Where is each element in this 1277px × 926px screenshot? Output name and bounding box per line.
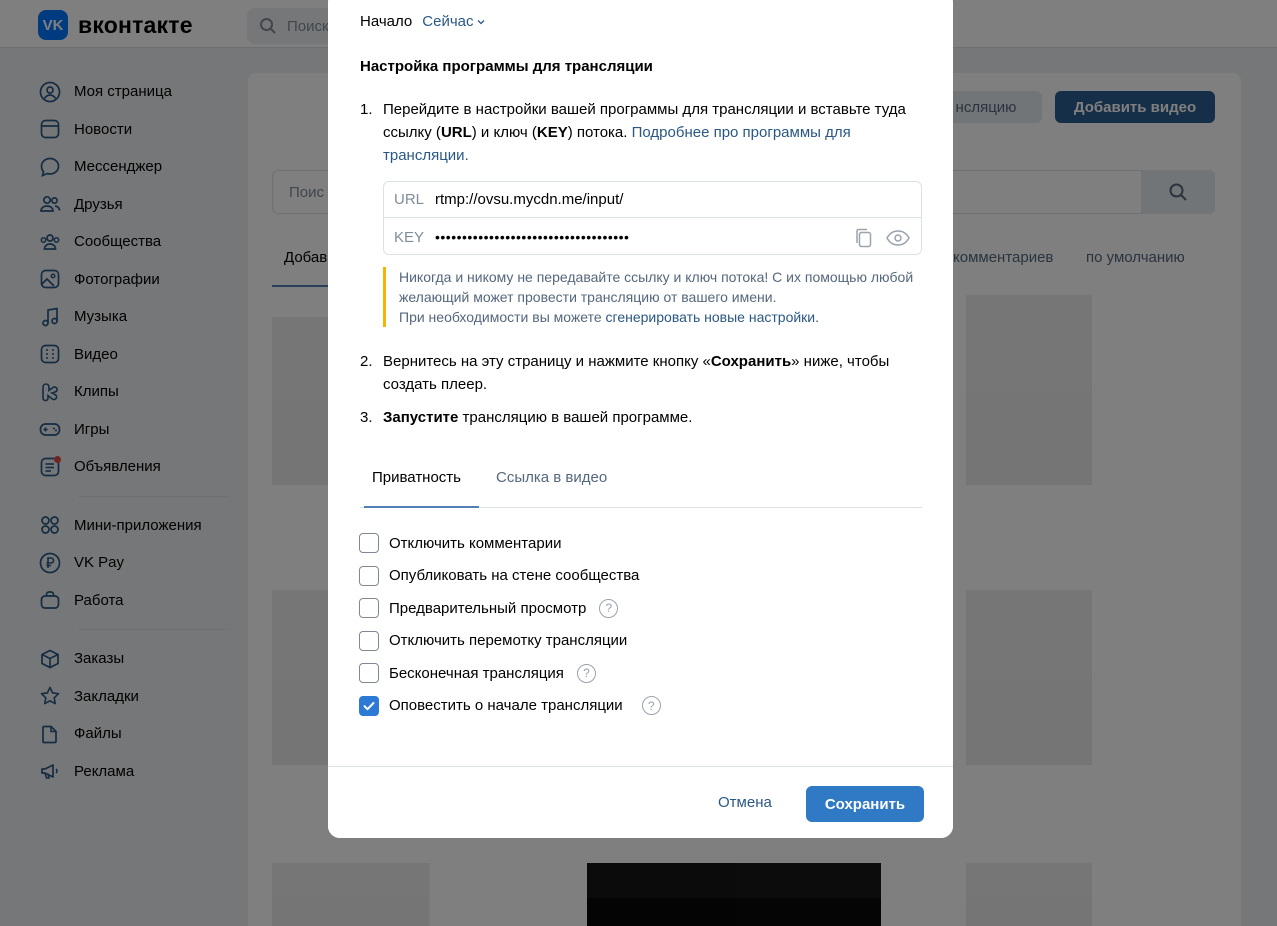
option-label: Опубликовать на стене сообщества bbox=[389, 567, 640, 585]
step-number: 2. bbox=[360, 353, 373, 370]
checkbox[interactable] bbox=[359, 565, 379, 586]
step-text: Запустите трансляцию в вашей программе. bbox=[383, 406, 925, 429]
save-button[interactable]: Сохранить bbox=[806, 786, 924, 822]
option-label: Бесконечная трансляция bbox=[389, 664, 564, 682]
url-row: URL rtmp://ovsu.mycdn.me/input/ bbox=[384, 182, 921, 218]
checkbox[interactable] bbox=[359, 630, 379, 651]
option-label: Отключить комментарии bbox=[389, 534, 562, 552]
instruction-step-2: 2. Вернитесь на эту страницу и нажмите к… bbox=[360, 350, 925, 396]
checkbox[interactable] bbox=[359, 598, 379, 619]
key-label: KEY bbox=[394, 228, 425, 246]
help-icon[interactable]: ? bbox=[599, 598, 619, 618]
key-value[interactable]: •••••••••••••••••••••••••••••••••••• bbox=[435, 229, 629, 245]
option-disable-rewind[interactable]: Отключить перемотку трансляции bbox=[359, 625, 661, 658]
url-label: URL bbox=[394, 191, 425, 208]
settings-tabs: Приватность Ссылка в видео bbox=[360, 458, 922, 508]
option-label: Предварительный просмотр bbox=[389, 599, 587, 617]
option-disable-comments[interactable]: Отключить комментарии bbox=[359, 527, 661, 560]
stream-settings-modal: Начало Сейчас Настройка программы для тр… bbox=[328, 0, 953, 838]
option-label: Отключить перемотку трансляции bbox=[389, 632, 628, 650]
regenerate-settings-link[interactable]: сгенерировать новые настройки. bbox=[606, 309, 820, 325]
stream-credentials-box: URL rtmp://ovsu.mycdn.me/input/ KEY ••••… bbox=[383, 181, 922, 255]
key-actions bbox=[853, 227, 911, 249]
start-time-row: Начало Сейчас bbox=[360, 13, 486, 30]
tab-privacy[interactable]: Приватность bbox=[372, 469, 461, 486]
option-notify-start[interactable]: Оповестить о начале трансляции ? bbox=[359, 690, 661, 723]
option-preview[interactable]: Предварительный просмотр ? bbox=[359, 592, 661, 625]
copy-icon[interactable] bbox=[853, 227, 875, 249]
key-row: KEY •••••••••••••••••••••••••••••••••••• bbox=[384, 219, 921, 255]
step-text-bold: URL bbox=[440, 124, 472, 141]
step-text-bold: KEY bbox=[536, 124, 568, 141]
step-number: 3. bbox=[360, 409, 373, 426]
checkbox[interactable] bbox=[359, 533, 379, 554]
warning-text: Никогда и никому не передавайте ссылку и… bbox=[399, 269, 914, 305]
step-text-part: Вернитесь на эту страницу и нажмите кноп… bbox=[383, 353, 711, 370]
warning-regenerate-line: При необходимости вы можете сгенерироват… bbox=[399, 307, 922, 327]
step-text-bold: Запустите bbox=[383, 409, 459, 426]
instruction-step-3: 3. Запустите трансляцию в вашей программ… bbox=[360, 406, 925, 429]
modal-footer: Отмена Сохранить bbox=[328, 766, 953, 838]
step-text: Перейдите в настройки вашей программы дл… bbox=[383, 98, 925, 167]
step-text: Вернитесь на эту страницу и нажмите кноп… bbox=[383, 350, 925, 396]
checkbox-checked[interactable] bbox=[359, 695, 379, 716]
warning-text-part: При необходимости вы можете bbox=[399, 309, 606, 325]
help-icon[interactable]: ? bbox=[641, 696, 661, 716]
chevron-down-icon bbox=[478, 19, 485, 24]
help-icon[interactable]: ? bbox=[576, 663, 596, 683]
checkbox[interactable] bbox=[359, 663, 379, 684]
step-text-part: трансляцию в вашей программе. bbox=[458, 409, 693, 426]
cancel-button[interactable]: Отмена bbox=[718, 794, 772, 811]
step-text-part: ) и ключ ( bbox=[471, 124, 537, 141]
url-value[interactable]: rtmp://ovsu.mycdn.me/input/ bbox=[435, 191, 623, 208]
privacy-options: Отключить комментарии Опубликовать на ст… bbox=[359, 527, 661, 722]
option-publish-on-wall[interactable]: Опубликовать на стене сообщества bbox=[359, 560, 661, 593]
security-warning: Никогда и никому не передавайте ссылку и… bbox=[383, 267, 922, 327]
option-label: Оповестить о начале трансляции bbox=[389, 697, 623, 715]
tab-video-link[interactable]: Ссылка в видео bbox=[496, 469, 607, 486]
step-text-part: ) потока. bbox=[567, 124, 632, 141]
checkmark-icon bbox=[363, 701, 375, 710]
eye-icon[interactable] bbox=[885, 227, 911, 249]
start-time-label: Начало bbox=[360, 13, 413, 30]
instruction-step-1: 1. Перейдите в настройки вашей программы… bbox=[360, 98, 925, 167]
tab-active-indicator bbox=[364, 506, 479, 508]
step-text-bold: Сохранить bbox=[710, 353, 792, 370]
option-endless-stream[interactable]: Бесконечная трансляция ? bbox=[359, 657, 661, 690]
section-title: Настройка программы для трансляции bbox=[360, 58, 653, 75]
start-time-dropdown[interactable]: Сейчас bbox=[422, 13, 486, 30]
step-number: 1. bbox=[360, 101, 373, 118]
start-time-value: Сейчас bbox=[422, 13, 474, 30]
